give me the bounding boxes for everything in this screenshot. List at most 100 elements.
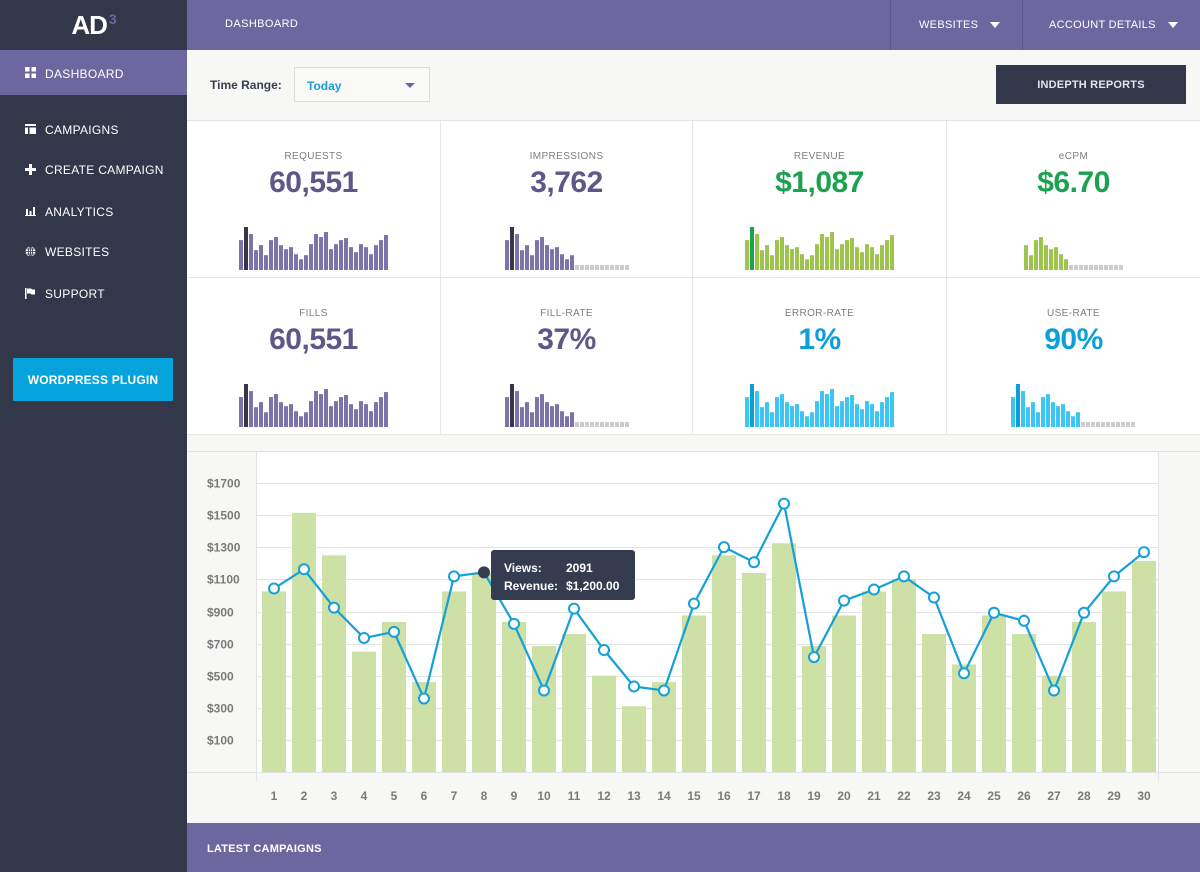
y-tick-label: $300 bbox=[207, 702, 234, 716]
time-range-value: Today bbox=[307, 79, 342, 93]
bar-22 bbox=[892, 579, 916, 772]
sparkline-bar bbox=[560, 411, 564, 427]
sparkline bbox=[239, 227, 388, 270]
tooltip-views-value: 2091 bbox=[566, 561, 593, 575]
sparkline-bar bbox=[349, 247, 353, 270]
sidebar-item-create-campaign[interactable]: CREATE CAMPAIGN bbox=[0, 149, 187, 189]
account-menu-label: ACCOUNT DETAILS bbox=[1049, 19, 1156, 31]
sparkline-bar bbox=[1021, 391, 1025, 427]
y-tick-label: $900 bbox=[207, 606, 234, 620]
line-point-1 bbox=[268, 582, 280, 595]
stat-tile-fill-rate[interactable]: FILL-RATE 37% bbox=[441, 278, 693, 435]
sparkline-bar bbox=[279, 402, 283, 427]
sparkline-empty-bar bbox=[1114, 265, 1118, 270]
sparkline-bar bbox=[800, 411, 804, 427]
sparkline-bar bbox=[1034, 240, 1038, 270]
sidebar-item-analytics[interactable]: ANALYTICS bbox=[0, 191, 187, 231]
stat-label: FILLS bbox=[299, 308, 328, 319]
sparkline-bar bbox=[800, 254, 804, 270]
stat-value: 3,762 bbox=[530, 166, 603, 199]
sparkline-empty-bar bbox=[1086, 422, 1090, 427]
sparkline-empty-bar bbox=[625, 422, 629, 427]
sparkline-bar bbox=[1029, 255, 1033, 270]
sparkline-bar bbox=[870, 404, 874, 427]
sparkline-bar bbox=[510, 384, 514, 427]
sparkline bbox=[505, 384, 629, 427]
sparkline-bar bbox=[885, 240, 889, 270]
latest-campaigns-bar[interactable]: LATEST CAMPAIGNS bbox=[187, 823, 1200, 872]
line-point-22 bbox=[898, 570, 910, 583]
sparkline-bar bbox=[750, 384, 754, 427]
stat-tile-fills[interactable]: FILLS 60,551 bbox=[187, 278, 441, 435]
sparkline-bar bbox=[775, 240, 779, 270]
sparkline-bar bbox=[845, 397, 849, 427]
account-details-menu[interactable]: ACCOUNT DETAILS bbox=[1022, 0, 1200, 50]
sparkline-bar bbox=[540, 237, 544, 270]
sidebar-item-support[interactable]: SUPPORT bbox=[0, 273, 187, 313]
sparkline-bar bbox=[1056, 406, 1060, 427]
plus-icon bbox=[24, 163, 36, 175]
sparkline-empty-bar bbox=[575, 265, 579, 270]
websites-menu[interactable]: WEBSITES bbox=[890, 0, 1022, 50]
sparkline-bar bbox=[254, 250, 258, 270]
bar-19 bbox=[802, 646, 826, 772]
sparkline-bar bbox=[1039, 237, 1043, 270]
sparkline-bar bbox=[830, 389, 834, 427]
sparkline-bar bbox=[570, 255, 574, 270]
sidebar-item-label: SUPPORT bbox=[45, 287, 105, 301]
x-tick-label: 10 bbox=[537, 789, 551, 803]
stat-tile-revenue[interactable]: REVENUE $1,087 bbox=[693, 121, 947, 278]
sparkline-empty-bar bbox=[1104, 265, 1108, 270]
sidebar-item-websites[interactable]: WEBSITES bbox=[0, 231, 187, 271]
sparkline-bar bbox=[324, 389, 328, 427]
sparkline-bar bbox=[364, 404, 368, 427]
sparkline-bar bbox=[765, 245, 769, 270]
sparkline-bar bbox=[1036, 412, 1040, 427]
sparkline-empty-bar bbox=[600, 422, 604, 427]
stat-tile-error-rate[interactable]: ERROR-RATE 1% bbox=[693, 278, 947, 435]
sparkline-bar bbox=[1071, 416, 1075, 427]
bar-17 bbox=[742, 572, 766, 772]
line-point-2 bbox=[298, 563, 310, 576]
sparkline-bar bbox=[319, 237, 323, 270]
line-point-10 bbox=[538, 684, 550, 697]
stat-tile-ecpm[interactable]: eCPM $6.70 bbox=[947, 121, 1200, 278]
sparkline-bar bbox=[565, 259, 569, 270]
sidebar-item-dashboard[interactable]: DASHBOARD bbox=[0, 50, 187, 95]
sidebar-item-campaigns[interactable]: CAMPAIGNS bbox=[0, 109, 187, 149]
stat-tile-impressions[interactable]: IMPRESSIONS 3,762 bbox=[441, 121, 693, 278]
x-tick-label: 22 bbox=[897, 789, 911, 803]
wordpress-plugin-button[interactable]: WORDPRESS PLUGIN bbox=[13, 358, 173, 401]
time-range-select[interactable]: Today bbox=[294, 67, 430, 102]
indepth-reports-button[interactable]: INDEPTH REPORTS bbox=[996, 65, 1186, 104]
line-point-17 bbox=[748, 556, 760, 569]
x-tick-label: 25 bbox=[987, 789, 1001, 803]
sparkline-bar bbox=[530, 412, 534, 427]
sparkline-empty-bar bbox=[1079, 265, 1083, 270]
sparkline-bar bbox=[1059, 254, 1063, 270]
line-point-19 bbox=[808, 651, 820, 664]
sparkline-bar bbox=[249, 391, 253, 427]
line-point-26 bbox=[1018, 614, 1030, 627]
sparkline-bar bbox=[555, 404, 559, 427]
sparkline-empty-bar bbox=[1069, 265, 1073, 270]
sparkline-empty-bar bbox=[620, 265, 624, 270]
x-tick-label: 9 bbox=[511, 789, 518, 803]
bar-15 bbox=[682, 615, 706, 772]
sparkline-bar bbox=[244, 384, 248, 427]
logo[interactable]: AD 3 bbox=[0, 0, 187, 50]
sparkline-bar bbox=[835, 249, 839, 270]
sparkline-bar bbox=[354, 409, 358, 427]
sparkline-bar bbox=[269, 397, 273, 427]
sparkline-bar bbox=[535, 240, 539, 270]
sparkline-bar bbox=[880, 402, 884, 427]
x-tick-label: 11 bbox=[568, 789, 581, 803]
sparkline-bar bbox=[890, 235, 894, 270]
bar-chart-icon bbox=[24, 205, 36, 217]
sparkline-bar bbox=[525, 402, 529, 427]
x-tick-label: 27 bbox=[1047, 789, 1061, 803]
sparkline-bar bbox=[805, 416, 809, 427]
line-point-29 bbox=[1108, 570, 1120, 583]
stat-tile-requests[interactable]: REQUESTS 60,551 bbox=[187, 121, 441, 278]
stat-tile-use-rate[interactable]: USE-RATE 90% bbox=[947, 278, 1200, 435]
